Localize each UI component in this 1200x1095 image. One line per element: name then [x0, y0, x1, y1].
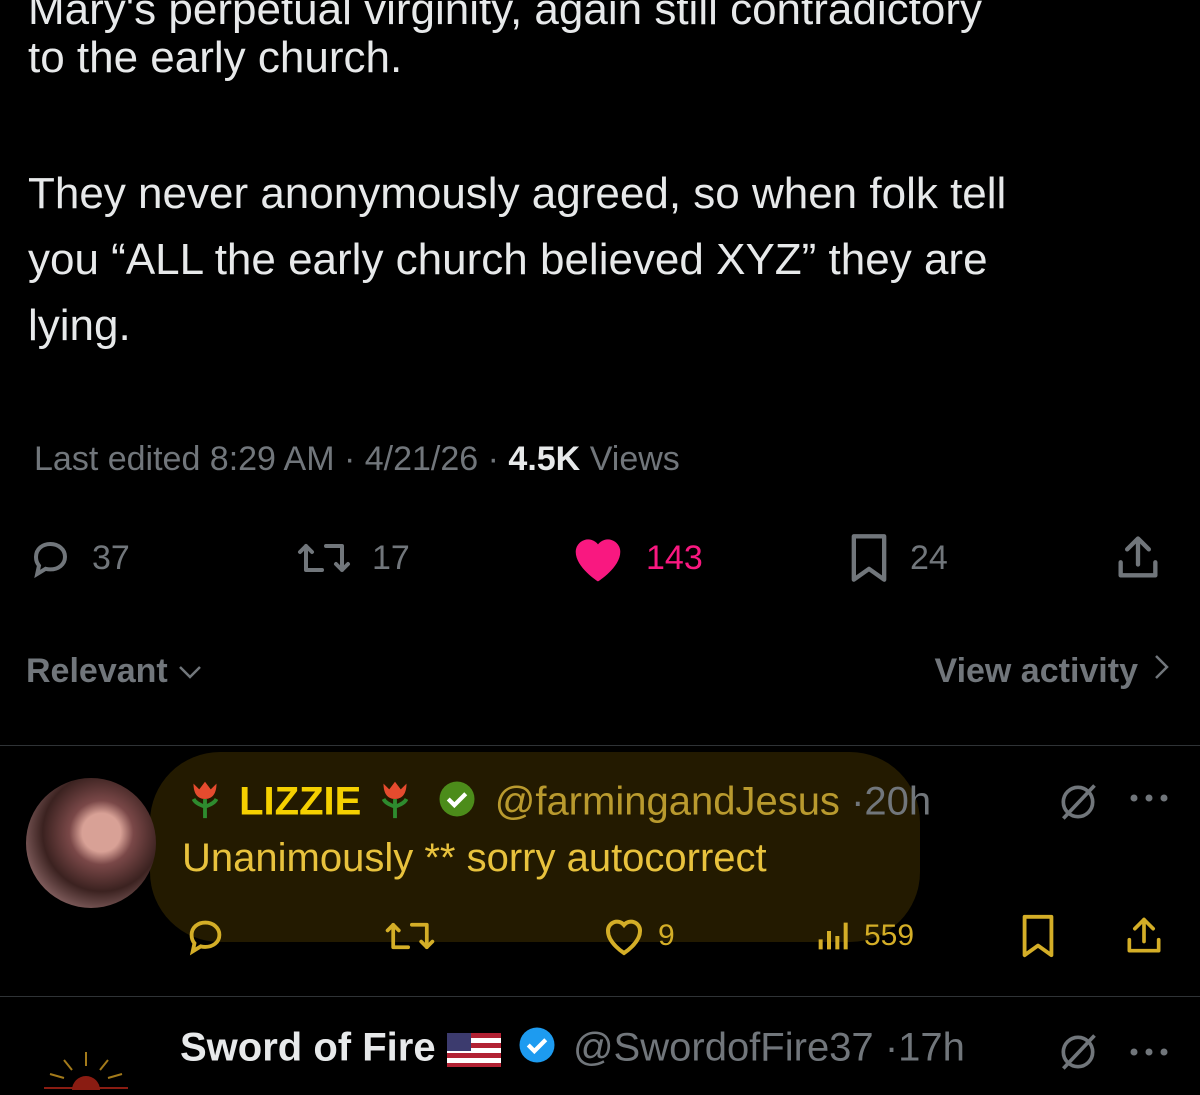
verified-badge-icon	[436, 778, 478, 830]
edit-timestamp[interactable]: Last edited 8:29 AM · 4/21/26	[34, 440, 478, 478]
post-text-line-3: They never anonymously agreed, so when f…	[28, 169, 1007, 218]
reply-like-button[interactable]: 9	[600, 908, 675, 964]
share-button[interactable]	[1112, 528, 1164, 588]
bookmark-button[interactable]: 24	[846, 528, 948, 588]
reply-text: Unanimously ** sorry autocorrect	[182, 836, 767, 880]
tulip-icon	[182, 776, 228, 832]
reply-count: 37	[92, 538, 130, 577]
more-options-icon[interactable]	[1126, 788, 1172, 813]
post-meta: Last edited 8:29 AM · 4/21/26 · 4.5K Vie…	[34, 440, 680, 479]
share-icon	[1122, 914, 1166, 958]
time-separator: ·	[884, 1025, 899, 1070]
next-reply-handle[interactable]: @SwordofFire37	[573, 1026, 874, 1070]
view-activity-label: View activity	[934, 652, 1139, 690]
more-options-icon[interactable]	[1126, 1042, 1172, 1067]
reply-like-count: 9	[658, 919, 675, 952]
view-count: 4.5K	[508, 440, 581, 478]
views-chart-icon	[814, 916, 854, 956]
heart-filled-icon	[568, 532, 628, 584]
bookmark-count: 24	[910, 538, 948, 577]
heart-icon	[600, 914, 648, 958]
reply-view-count: 559	[864, 919, 915, 952]
reply-bookmark-button[interactable]	[1018, 908, 1058, 964]
reply-button[interactable]: 37	[26, 528, 130, 588]
like-count: 143	[646, 538, 703, 577]
view-activity-link[interactable]: View activity	[935, 652, 1173, 691]
next-reply-time[interactable]: 17h	[898, 1026, 965, 1070]
reply-share-button[interactable]	[1122, 908, 1166, 964]
chevron-right-icon	[1152, 652, 1172, 691]
reply-handle[interactable]: @farmingandJesus	[495, 780, 840, 824]
time-separator: ·	[851, 779, 865, 824]
reply-time[interactable]: 20h	[864, 780, 931, 824]
sort-dropdown[interactable]: Relevant	[26, 652, 204, 691]
grok-icon[interactable]	[1056, 780, 1100, 829]
bookmark-icon	[846, 532, 892, 584]
reply-icon	[26, 534, 74, 582]
post-action-bar: 37 17 143 24	[0, 528, 1200, 588]
reply-action-bar: 9 559	[0, 908, 1200, 964]
reply-repost-button[interactable]	[382, 908, 438, 964]
divider	[0, 996, 1200, 997]
repost-icon	[382, 913, 438, 959]
repost-icon	[294, 534, 354, 582]
next-reply-author-name[interactable]: Sword of Fire	[180, 1026, 436, 1070]
share-icon	[1112, 532, 1164, 584]
grok-icon[interactable]	[1056, 1030, 1100, 1079]
reply-reply-button[interactable]	[182, 908, 228, 964]
avatar[interactable]	[24, 1030, 144, 1095]
tulip-icon	[372, 776, 418, 832]
repost-button[interactable]: 17	[294, 528, 410, 588]
post-text-line-4: you “ALL the early church believed XYZ” …	[28, 235, 988, 284]
divider	[0, 745, 1200, 746]
avatar[interactable]	[26, 778, 156, 908]
meta-separator: ·	[478, 440, 509, 478]
bookmark-icon	[1018, 913, 1058, 959]
repost-count: 17	[372, 538, 410, 577]
chevron-down-icon	[176, 652, 204, 691]
like-button[interactable]: 143	[568, 528, 703, 588]
next-reply-header: Sword of Fire @SwordofFire37 ·17h	[180, 1024, 965, 1076]
verified-badge-icon	[516, 1024, 558, 1076]
replies-filter-row: Relevant View activity	[26, 652, 1172, 691]
reply-icon	[182, 913, 228, 959]
reply-header: LIZZIE @farmingandJesus ·20h	[182, 776, 931, 832]
sort-label: Relevant	[26, 652, 168, 690]
us-flag-icon	[446, 1033, 501, 1067]
post-text-line-5: lying.	[28, 301, 131, 350]
post-text-line-2: to the early church.	[28, 33, 403, 82]
reply-views-button[interactable]: 559	[814, 908, 914, 964]
reply-author-name[interactable]: LIZZIE	[239, 780, 361, 824]
views-label: Views	[589, 440, 680, 478]
